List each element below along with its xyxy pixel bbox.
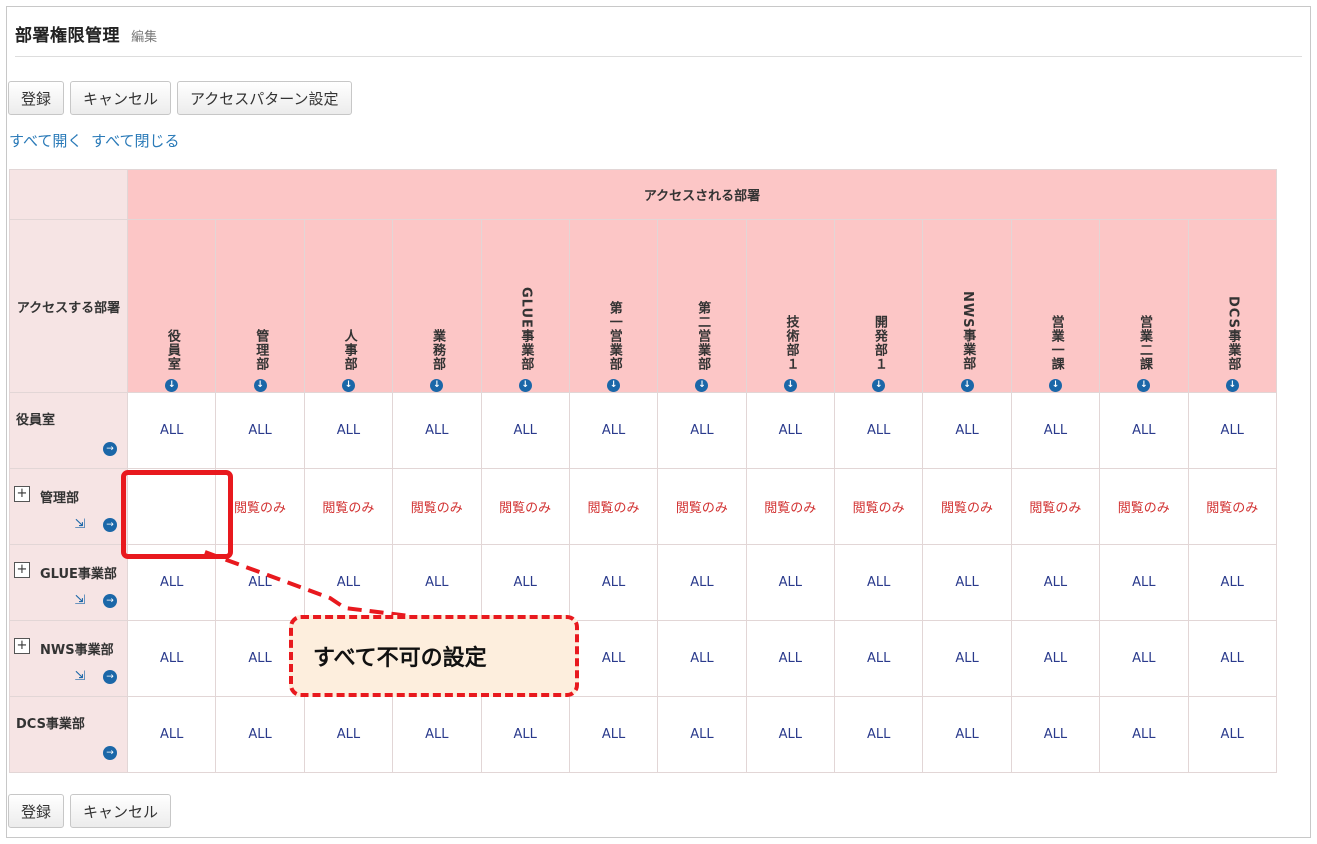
leader-line bbox=[204, 550, 411, 618]
annotation-leader bbox=[204, 550, 411, 618]
annotation-callout-text: すべて不可の設定 bbox=[313, 646, 487, 671]
annotation-callout: すべて不可の設定 bbox=[289, 615, 579, 697]
highlight-empty-cell bbox=[121, 470, 233, 559]
